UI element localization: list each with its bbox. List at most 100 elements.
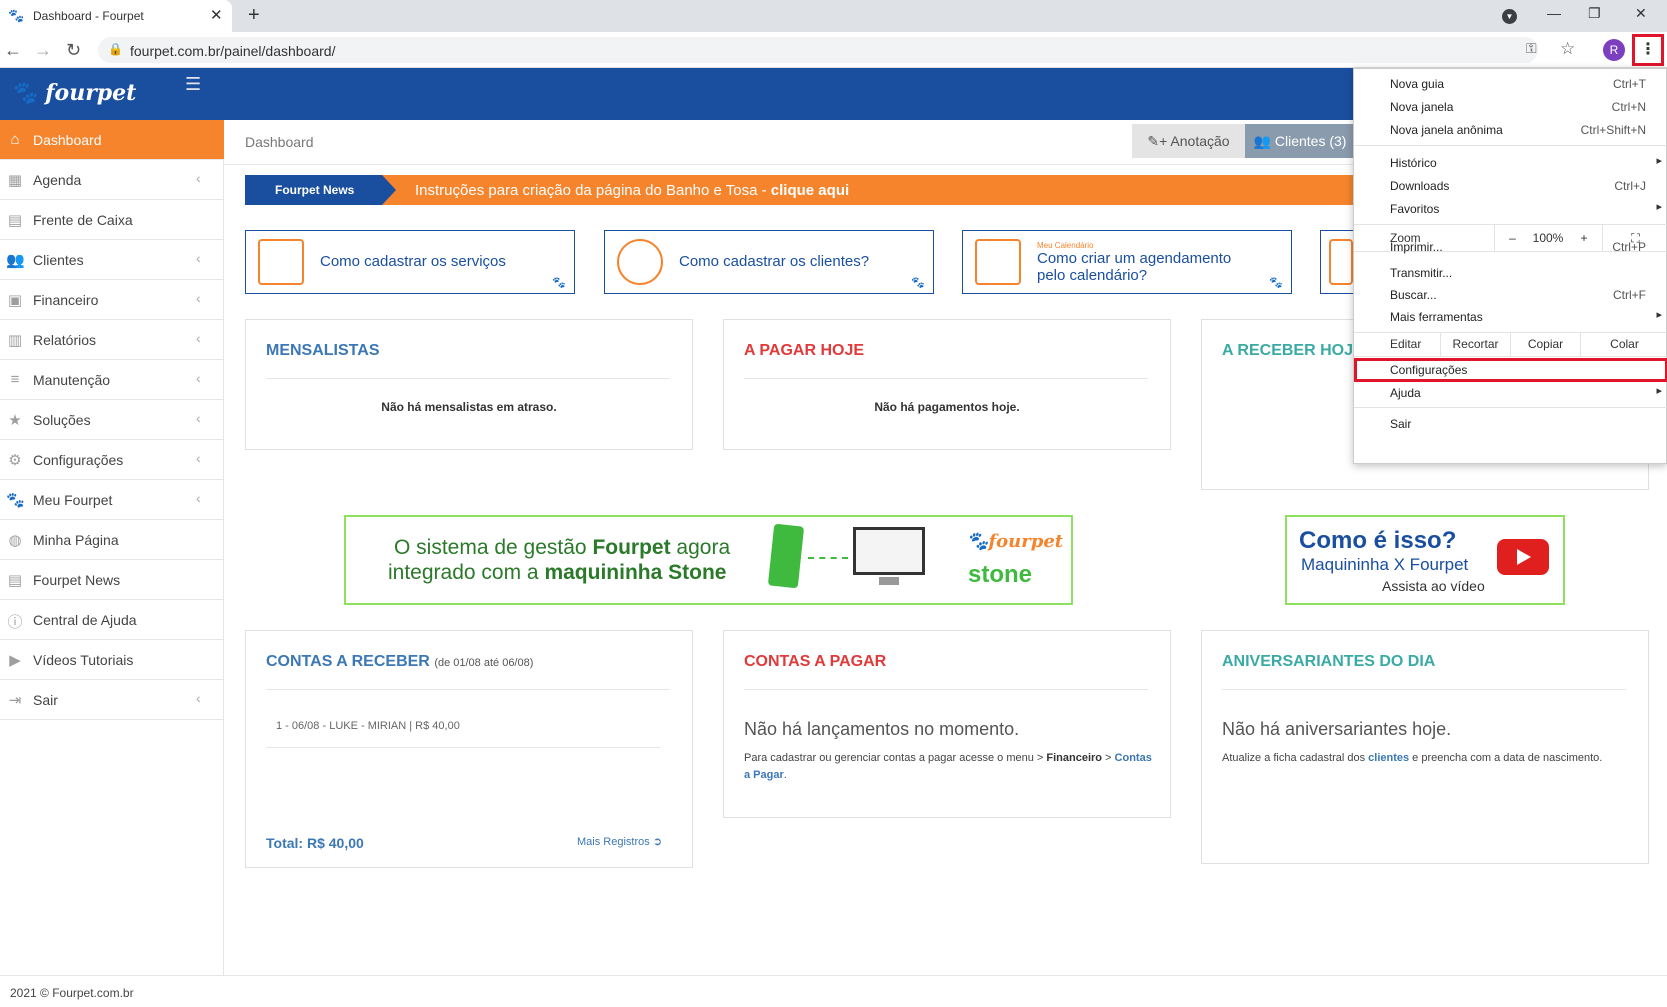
menu-item-downloads[interactable]: Downloads Ctrl+J [1354, 175, 1667, 197]
menu-item-sair[interactable]: Sair [1354, 413, 1667, 435]
cut-button[interactable]: Recortar [1440, 332, 1510, 356]
forward-icon[interactable]: → [34, 40, 52, 61]
clientes-link[interactable]: clientes [1368, 752, 1409, 764]
address-bar[interactable]: 🔒 fourpet.com.br/painel/dashboard/ ⚿ ☆ [98, 37, 1575, 63]
profile-avatar[interactable]: R [1603, 39, 1625, 61]
calendar-list-icon [258, 239, 304, 285]
menu-item-favoritos[interactable]: Favoritos ▸ [1354, 198, 1667, 220]
chrome-menu: Nova guia Ctrl+T Nova janela Ctrl+N Nova j… [1353, 68, 1667, 464]
fourpet-logo[interactable]: 🐾 fourpet [10, 80, 136, 106]
video-icon: ▶ [9, 652, 21, 669]
receivable-row[interactable]: 1 - 06/08 - LUKE - MIRIAN | R$ 40,00 [276, 720, 460, 732]
gears-icon: ⚙ [8, 452, 22, 469]
menu-item-nova-guia[interactable]: Nova guia Ctrl+T [1354, 73, 1667, 95]
menu-item-nova-janela-anonima[interactable]: Nova janela anônima Ctrl+Shift+N [1354, 119, 1667, 141]
video-banner-cta: Assista ao vídeo [1382, 578, 1485, 594]
submenu-arrow-icon: ▸ [1656, 309, 1662, 321]
hamburger-menu-icon[interactable]: ☰ [185, 74, 201, 95]
sidebar-item-financeiro[interactable]: ▣ Financeiro ‹ [0, 280, 224, 320]
reload-icon[interactable]: ↻ [66, 40, 81, 61]
copy-button[interactable]: Copiar [1510, 332, 1580, 356]
sidebar: ⌂ Dashboard ▦ Agenda ‹ ▤ Frente de Caixa… [0, 120, 224, 975]
sidebar-item-meu-fourpet[interactable]: 🐾 Meu Fourpet ‹ [0, 480, 224, 520]
paste-button[interactable]: Colar [1580, 332, 1667, 356]
users-icon: 👥 [6, 252, 25, 269]
sidebar-item-manutencao[interactable]: ≡ Manutenção ‹ [0, 360, 224, 400]
video-banner-subtitle: Maquininha X Fourpet [1301, 555, 1469, 574]
menu-separator [1354, 407, 1667, 408]
sidebar-item-central-de-ajuda[interactable]: ⓘ Central de Ajuda [0, 600, 224, 640]
sidebar-item-solucoes[interactable]: ★ Soluções ‹ [0, 400, 224, 440]
news-message: Instruções para criação da página do Ban… [415, 182, 850, 199]
chevron-left-icon: ‹ [196, 290, 201, 306]
close-tab-icon[interactable]: ✕ [210, 6, 223, 24]
new-tab-button[interactable]: + [248, 4, 260, 27]
panel-help-text: Para cadastrar ou gerenciar contas a pag… [744, 752, 1152, 781]
bookmark-star-icon[interactable]: ☆ [1560, 39, 1575, 59]
help-card-servicos[interactable]: Como cadastrar os serviços 🐾 [245, 230, 575, 294]
monitor-image [853, 527, 925, 575]
sidebar-item-sair[interactable]: ⇥ Sair ‹ [0, 680, 224, 720]
sidebar-item-relatorios[interactable]: ▥ Relatórios ‹ [0, 320, 224, 360]
lock-icon[interactable]: 🔒 [108, 42, 123, 56]
tab-search-icon[interactable]: ▼ [1502, 9, 1517, 24]
sidebar-item-label: Configurações [33, 452, 124, 468]
home-icon: ⌂ [10, 131, 20, 148]
news-link[interactable]: clique aqui [771, 182, 849, 199]
news-tag: Fourpet News [245, 175, 382, 205]
sidebar-item-agenda[interactable]: ▦ Agenda ‹ [0, 160, 224, 200]
sidebar-item-label: Central de Ajuda [33, 612, 137, 628]
menu-item-historico[interactable]: Histórico ▸ [1354, 152, 1667, 174]
paw-icon: 🐾 [6, 492, 25, 509]
back-icon[interactable]: ← [4, 40, 22, 61]
news-ticker[interactable]: Fourpet News Instruções para criação da … [245, 175, 1355, 205]
menu-item-nova-janela[interactable]: Nova janela Ctrl+N [1354, 96, 1667, 118]
chevron-left-icon: ‹ [196, 690, 201, 706]
chrome-menu-button[interactable]: ⋮ [1632, 34, 1664, 66]
stone-integration-banner[interactable]: O sistema de gestão Fourpet agora integr… [344, 515, 1073, 605]
sidebar-item-label: Agenda [33, 172, 82, 188]
clients-button[interactable]: 👥 Clientes (3) [1245, 124, 1355, 158]
paw-icon: 🐾 [552, 277, 566, 289]
sidebar-item-label: Minha Página [33, 532, 119, 548]
sidebar-item-label: Relatórios [33, 332, 97, 348]
sidebar-item-label: Meu Fourpet [33, 492, 113, 508]
minimize-icon[interactable]: — [1547, 5, 1561, 21]
sign-out-icon: ⇥ [8, 692, 22, 709]
panel-title: ANIVERSARIANTES DO DIA [1222, 653, 1436, 670]
help-card-label: Como cadastrar os clientes? [679, 253, 870, 270]
panel-aniversariantes: ANIVERSARIANTES DO DIA Não há aniversari… [1201, 630, 1649, 864]
window-close-icon[interactable]: ✕ [1635, 5, 1647, 22]
menu-item-buscar[interactable]: Buscar... Ctrl+F [1354, 284, 1667, 306]
add-annotation-button[interactable]: ✎+ Anotação [1132, 124, 1245, 158]
menu-item-ajuda[interactable]: Ajuda ▸ [1354, 382, 1667, 404]
help-card-caption: Meu Calendário [1037, 241, 1094, 250]
user-silhouette-icon [617, 239, 663, 285]
youtube-play-icon[interactable] [1497, 539, 1549, 575]
sidebar-item-label: Vídeos Tutoriais [33, 652, 134, 668]
sidebar-item-fourpet-news[interactable]: ▤ Fourpet News [0, 560, 224, 600]
sidebar-item-minha-pagina[interactable]: ◍ Minha Página [0, 520, 224, 560]
menu-item-transmitir[interactable]: Transmitir... [1354, 262, 1667, 284]
sidebar-item-clientes[interactable]: 👥 Clientes ‹ [0, 240, 224, 280]
divider [1222, 689, 1626, 690]
submenu-arrow-icon: ▸ [1656, 385, 1662, 397]
key-icon[interactable]: ⚿ [1526, 40, 1537, 57]
paw-icon: 🐾 [8, 8, 25, 23]
browser-tab[interactable]: 🐾 Dashboard - Fourpet ✕ [0, 0, 232, 32]
menu-item-mais-ferramentas[interactable]: Mais ferramentas ▸ [1354, 306, 1667, 328]
panel-message: Não há aniversariantes hoje. [1222, 719, 1452, 739]
calendar-icon: ▦ [7, 172, 23, 189]
sidebar-item-dashboard[interactable]: ⌂ Dashboard [0, 120, 224, 160]
sidebar-item-configuracoes[interactable]: ⚙ Configurações ‹ [0, 440, 224, 480]
restore-icon[interactable]: ❐ [1588, 5, 1601, 22]
menu-item-imprimir[interactable]: Imprimir... Ctrl+P [1354, 240, 1667, 262]
more-records-link[interactable]: Mais Registros ➲ [577, 835, 662, 848]
sidebar-item-frente-de-caixa[interactable]: ▤ Frente de Caixa [0, 200, 224, 240]
paw-icon: 🐾 [1269, 277, 1283, 289]
help-card-agendamento[interactable]: Meu Calendário Como criar um agendamento… [962, 230, 1292, 294]
sidebar-item-videos-tutoriais[interactable]: ▶ Vídeos Tutoriais [0, 640, 224, 680]
video-banner[interactable]: Como é isso? Maquininha X Fourpet Assist… [1285, 515, 1565, 605]
help-card-clientes[interactable]: Como cadastrar os clientes? 🐾 [604, 230, 934, 294]
panel-help-text: Atualize a ficha cadastral dos clientes … [1222, 752, 1603, 764]
